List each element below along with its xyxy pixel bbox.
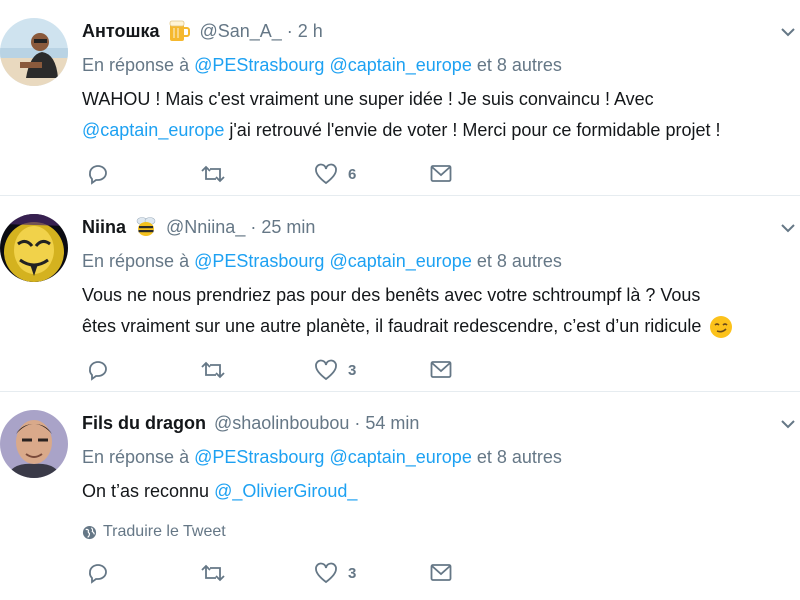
reply-prefix: En réponse à	[82, 447, 190, 467]
reply-icon	[89, 361, 107, 381]
tweet-1[interactable]: Антошка @San_A_ · 2 h En réponse à @PESt…	[0, 0, 800, 196]
bee-emoji-icon	[134, 215, 158, 239]
display-name[interactable]: Антошка	[82, 21, 159, 42]
tweet-text-segment: On t’as reconnu	[82, 481, 215, 501]
like-button[interactable]: 3	[314, 562, 356, 584]
timestamp[interactable]: 54 min	[365, 413, 419, 434]
display-name[interactable]: Fils du dragon	[82, 413, 206, 434]
reply-context: En réponse à @PEStrasbourg @captain_euro…	[82, 442, 800, 472]
tweet-3[interactable]: Fils du dragon @shaolinboubou · 54 min E…	[0, 392, 800, 600]
envelope-icon	[430, 564, 452, 581]
reply-context: En réponse à @PEStrasbourg @captain_euro…	[82, 50, 800, 80]
tweet-text-line: Vous ne nous prendriez pas pour des benê…	[82, 285, 701, 305]
beer-emoji-icon	[167, 19, 191, 43]
handle[interactable]: @San_A_	[199, 21, 281, 42]
mention-link[interactable]: @captain_europe	[82, 120, 224, 140]
chevron-down-icon[interactable]	[780, 220, 796, 236]
retweet-icon	[201, 564, 225, 582]
retweet-icon	[201, 165, 225, 183]
heart-icon	[315, 562, 337, 584]
mention-link[interactable]: @PEStrasbourg	[194, 55, 324, 75]
like-count: 6	[348, 165, 357, 183]
smirk-emoji-icon	[709, 315, 733, 339]
mention-link[interactable]: @captain_europe	[329, 251, 471, 271]
retweet-button[interactable]	[200, 359, 226, 381]
tweet-text: Vous ne nous prendriez pas pour des benê…	[82, 280, 800, 342]
tweet-text-line: êtes vraiment sur une autre planète, il …	[82, 311, 800, 342]
chevron-down-icon[interactable]	[780, 24, 796, 40]
heart-icon	[315, 359, 337, 381]
tweet-text-line: @captain_europe j'ai retrouvé l'envie de…	[82, 115, 800, 146]
retweet-button[interactable]	[200, 562, 226, 584]
handle[interactable]: @shaolinboubou	[214, 413, 349, 434]
envelope-icon	[430, 361, 452, 378]
retweet-button[interactable]	[200, 163, 226, 185]
globe-icon	[82, 525, 97, 539]
tweet-text: On t’as reconnu @_OlivierGiroud_	[82, 476, 800, 507]
reply-button[interactable]	[87, 163, 109, 185]
tweet-text-segment: j'ai retrouvé l'envie de voter ! Merci p…	[224, 120, 721, 140]
reply-button[interactable]	[87, 562, 109, 584]
mention-link[interactable]: @captain_europe	[329, 447, 471, 467]
reply-prefix: En réponse à	[82, 55, 190, 75]
heart-icon	[315, 163, 337, 185]
reply-suffix: et 8 autres	[476, 55, 562, 75]
mention-link[interactable]: @captain_europe	[329, 55, 471, 75]
like-button[interactable]: 3	[314, 359, 356, 381]
tweet-text: WAHOU ! Mais c'est vraiment une super id…	[82, 84, 800, 146]
handle[interactable]: @Nniina_	[166, 217, 245, 238]
envelope-icon	[430, 165, 452, 182]
mention-link[interactable]: @PEStrasbourg	[194, 251, 324, 271]
translate-tweet-link[interactable]: Traduire le Tweet	[82, 521, 800, 543]
direct-message-button[interactable]	[430, 360, 452, 380]
reply-icon	[89, 564, 107, 584]
tweet-text-segment: êtes vraiment sur une autre planète, il …	[82, 316, 702, 336]
tweet-2[interactable]: Niina @Nniina_ · 25 min En réponse à @PE…	[0, 196, 800, 392]
like-count: 3	[348, 564, 357, 582]
reply-icon	[89, 165, 107, 185]
reply-suffix: et 8 autres	[476, 447, 562, 467]
translate-label[interactable]: Traduire le Tweet	[103, 523, 226, 541]
retweet-icon	[201, 361, 225, 379]
chevron-down-icon[interactable]	[780, 416, 796, 432]
reply-button[interactable]	[87, 359, 109, 381]
avatar[interactable]	[0, 214, 68, 282]
separator-dot: ·	[354, 412, 361, 433]
like-count: 3	[348, 361, 357, 379]
separator-dot: ·	[250, 216, 257, 237]
like-button[interactable]: 6	[314, 163, 356, 185]
direct-message-button[interactable]	[430, 164, 452, 184]
reply-context: En réponse à @PEStrasbourg @captain_euro…	[82, 246, 800, 276]
timestamp[interactable]: 25 min	[261, 217, 315, 238]
tweet-text-line: WAHOU ! Mais c'est vraiment une super id…	[82, 89, 654, 109]
separator-dot: ·	[286, 20, 293, 41]
avatar[interactable]	[0, 410, 68, 478]
direct-message-button[interactable]	[430, 563, 452, 583]
reply-prefix: En réponse à	[82, 251, 190, 271]
reply-suffix: et 8 autres	[476, 251, 562, 271]
display-name[interactable]: Niina	[82, 217, 126, 238]
mention-link[interactable]: @PEStrasbourg	[194, 447, 324, 467]
timestamp[interactable]: 2 h	[298, 21, 323, 42]
mention-link[interactable]: @_OlivierGiroud_	[214, 481, 357, 501]
avatar[interactable]	[0, 18, 68, 86]
